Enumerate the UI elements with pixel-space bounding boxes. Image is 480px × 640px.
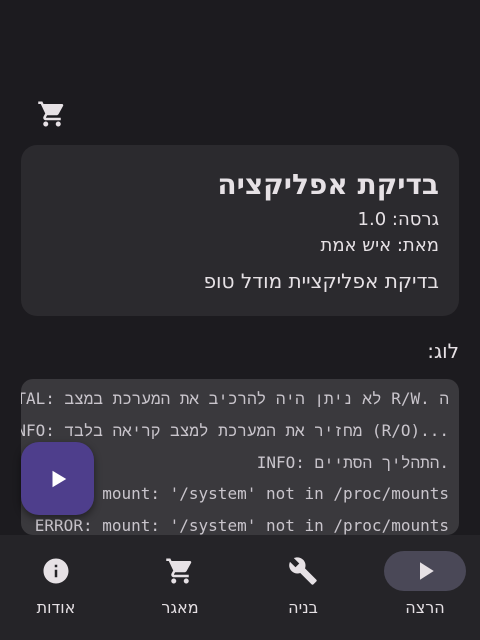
log-line: FATAL: לא ניתן היה להרכיב את המערכת במצב…	[21, 389, 449, 408]
nav-label-build: בניה	[288, 598, 318, 617]
nav-label-store: מאגר	[161, 598, 199, 617]
module-version: גרסה: 1.0	[357, 209, 439, 230]
run-fab-button[interactable]	[21, 442, 94, 515]
nav-label-run: הרצה	[405, 598, 445, 617]
shopping-cart-icon	[166, 558, 192, 584]
info-icon	[43, 558, 69, 584]
nav-item-build[interactable]: בניה	[253, 551, 353, 631]
nav-item-run[interactable]: הרצה	[375, 551, 475, 631]
module-author: מאת: איש אמת	[320, 235, 440, 256]
wrench-icon	[289, 557, 317, 585]
nav-icon-wrap	[139, 551, 221, 591]
log-label: לוג:	[427, 339, 459, 363]
log-line: ERROR: mount: '/system' not in /proc/mou…	[34, 484, 449, 503]
nav-icon-wrap	[15, 551, 97, 591]
module-info-card: בדיקת אפליקציה גרסה: 1.0 מאת: איש אמת בד…	[21, 145, 459, 316]
log-line: INFO: התהליך הסתיים.	[256, 453, 449, 472]
log-line: INFO: מחזיר את המערכת למצב קריאה בלבד (R…	[21, 421, 449, 440]
nav-item-about[interactable]: אודות	[6, 551, 106, 631]
nav-active-indicator	[384, 551, 466, 591]
bottom-navigation: הרצה בניה מאגר אודות	[0, 535, 480, 640]
nav-icon-wrap	[262, 551, 344, 591]
log-line: ERROR: mount: '/system' not in /proc/mou…	[34, 516, 449, 535]
store-button[interactable]	[30, 92, 74, 136]
play-icon	[52, 470, 66, 487]
play-icon	[420, 562, 434, 580]
module-name: בדיקת אפליקציה	[217, 168, 439, 201]
shopping-cart-icon	[38, 101, 64, 127]
nav-label-about: אודות	[36, 598, 76, 617]
nav-item-store[interactable]: מאגר	[130, 551, 230, 631]
app-screen: בדיקת אפליקציה גרסה: 1.0 מאת: איש אמת בד…	[0, 0, 480, 640]
module-description: בדיקת אפליקציית מודל טופ	[203, 269, 439, 293]
